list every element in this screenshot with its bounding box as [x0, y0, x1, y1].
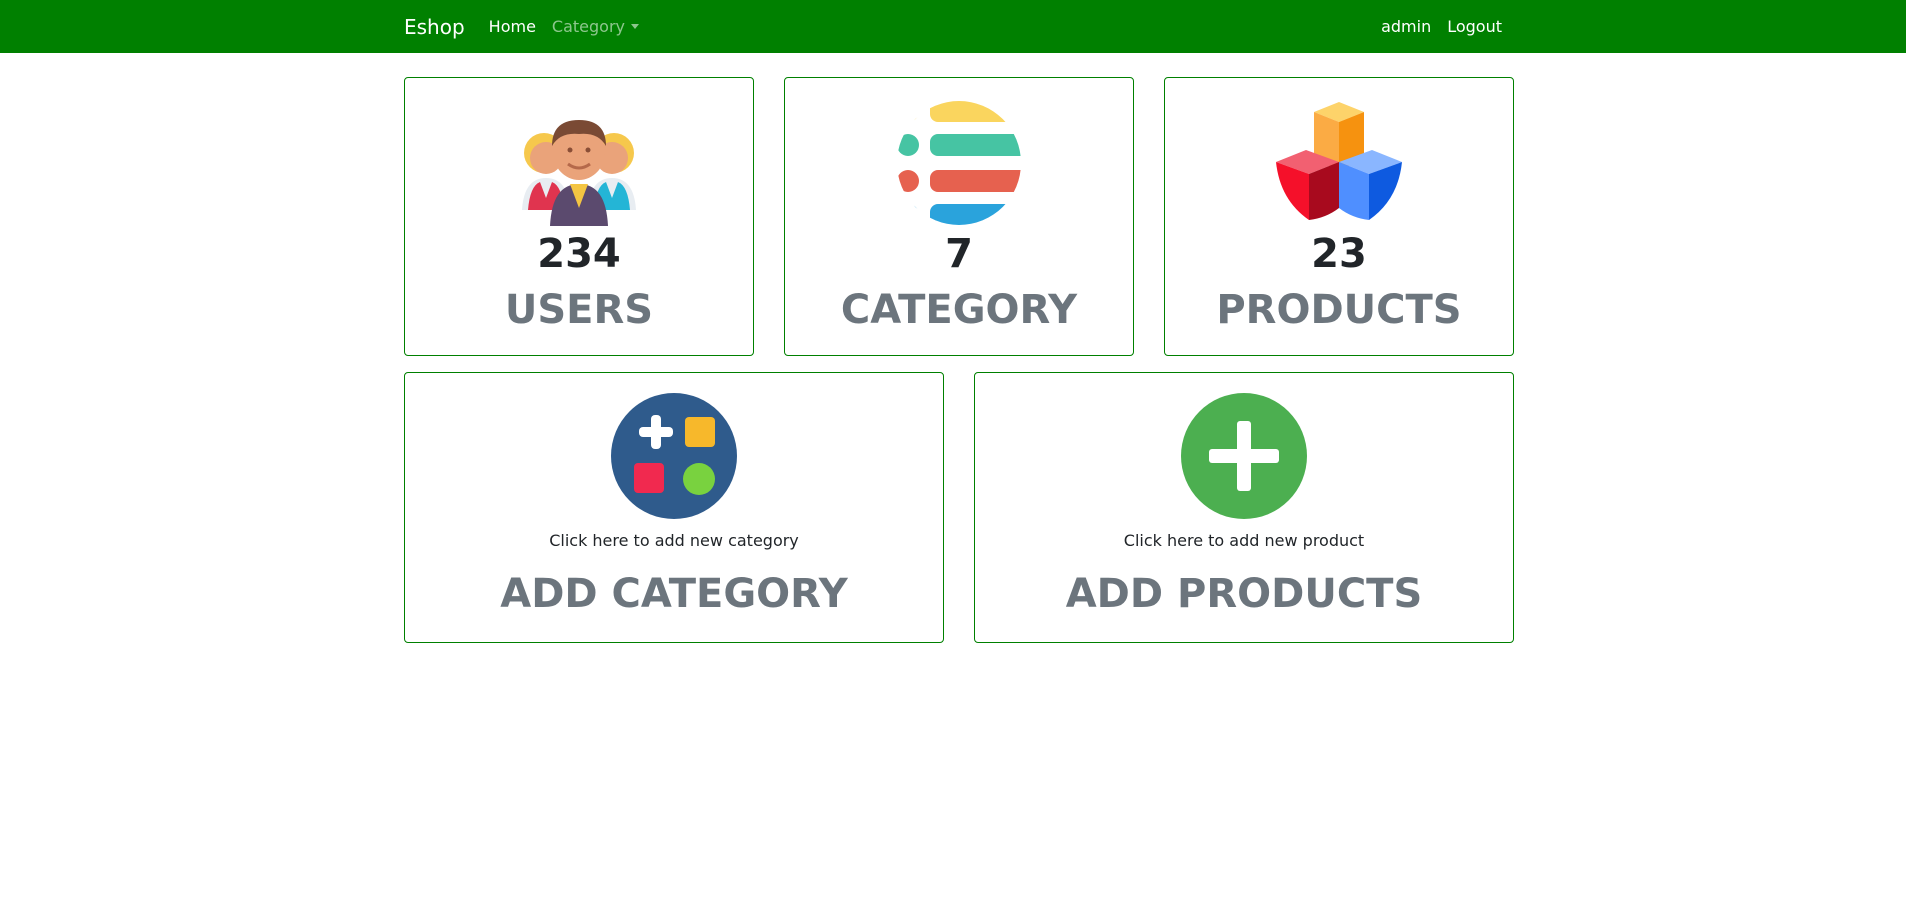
add-products-hint: Click here to add new product: [1123, 531, 1365, 550]
users-count: 234: [537, 231, 621, 277]
nav-logout-link[interactable]: Logout: [1447, 17, 1502, 36]
category-card[interactable]: 7 CATEGORY: [784, 77, 1134, 356]
navbar-inner: Eshop Home Category admin Logout: [404, 0, 1502, 53]
nav-home-link[interactable]: Home: [489, 17, 536, 36]
add-category-card[interactable]: Click here to add new category ADD CATEG…: [404, 372, 944, 643]
nav-category-label: Category: [551, 17, 626, 36]
users-icon: [514, 98, 644, 228]
top-navbar: Eshop Home Category admin Logout: [0, 0, 1906, 53]
products-label: PRODUCTS: [1216, 287, 1462, 333]
brand-link[interactable]: Eshop: [404, 15, 465, 39]
products-card[interactable]: 23 PRODUCTS: [1164, 77, 1514, 356]
category-label: CATEGORY: [840, 287, 1078, 333]
products-count: 23: [1311, 231, 1367, 277]
category-count: 7: [945, 231, 973, 277]
nav-user-link[interactable]: admin: [1381, 17, 1431, 36]
add-products-card[interactable]: Click here to add new product ADD PRODUC…: [974, 372, 1514, 643]
add-product-icon: [1181, 393, 1307, 519]
users-label: USERS: [504, 287, 654, 333]
chevron-down-icon: [631, 24, 640, 29]
category-list-icon: [894, 98, 1024, 228]
add-category-icon: [611, 393, 737, 519]
add-products-label: ADD PRODUCTS: [1065, 571, 1423, 617]
nav-category-dropdown[interactable]: Category: [551, 17, 640, 36]
products-cubes-icon: [1274, 98, 1404, 228]
add-category-hint: Click here to add new category: [549, 531, 799, 550]
users-card[interactable]: 234 USERS: [404, 77, 754, 356]
add-category-label: ADD CATEGORY: [500, 571, 848, 617]
